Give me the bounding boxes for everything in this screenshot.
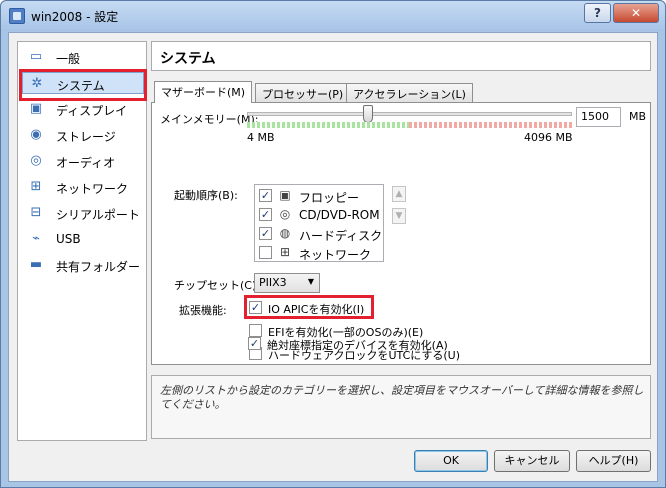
boot-item-label: フロッピー — [299, 191, 360, 205]
close-button[interactable]: ✕ — [613, 3, 659, 23]
sidebar-item-usb[interactable]: ⌁ USB — [22, 228, 144, 250]
memory-min-label: 4 MB — [247, 131, 275, 144]
title-bar[interactable]: win2008 - 設定 ? ✕ — [1, 1, 665, 31]
cancel-button[interactable]: キャンセル — [494, 450, 570, 472]
system-icon: ✲ — [31, 76, 43, 91]
general-icon: ▭ — [29, 49, 43, 64]
absolute-pointing-label: 絶対座標指定のデバイスを有効化(A) — [267, 339, 448, 352]
list-item[interactable]: ⊞ ネットワーク — [259, 243, 383, 262]
sidebar-item-audio[interactable]: ◎ オーディオ — [22, 150, 144, 172]
settings-window: win2008 - 設定 ? ✕ ▭ 一般 ✲ システム ▣ ディスプレイ ◉ … — [0, 0, 666, 488]
absolute-pointing-checkbox[interactable]: ✓ — [248, 337, 261, 350]
help-button[interactable]: ヘルプ(H) — [576, 450, 651, 472]
sidebar-item-label: ディスプレイ — [56, 104, 128, 118]
chipset-select[interactable]: PIIX3 ▼ — [254, 273, 320, 293]
chipset-value: PIIX3 — [259, 276, 287, 289]
boot-network-checkbox[interactable] — [259, 246, 272, 259]
sidebar-item-shared-folder[interactable]: ▬ 共有フォルダー — [22, 254, 144, 276]
serial-port-icon: ⊟ — [30, 205, 42, 220]
boot-order-label: 起動順序(B): — [174, 189, 238, 202]
hard-disk-icon: ◍ — [279, 226, 291, 240]
chipset-label: チップセット(C): — [174, 279, 260, 292]
motherboard-tab-page: メインメモリー(M): 4 MB 4096 MB 1500 MB 起動順序(B)… — [151, 102, 651, 365]
sidebar-item-label: ストレージ — [56, 130, 116, 144]
storage-icon: ◉ — [30, 127, 42, 142]
memory-unsafe-range — [409, 122, 572, 128]
usb-icon: ⌁ — [32, 231, 40, 246]
description-text: 左側のリストから設定のカテゴリーを選択し、設定項目をマウスオーバーして詳細な情報… — [160, 384, 644, 411]
sidebar-item-label: システム — [57, 79, 105, 93]
ok-button[interactable]: OK — [414, 450, 488, 472]
boot-move-down-button[interactable]: ▼ — [392, 208, 406, 224]
list-item[interactable]: ✓ ◍ ハードディスク — [259, 224, 383, 243]
boot-floppy-checkbox[interactable]: ✓ — [259, 189, 272, 202]
sidebar-item-general[interactable]: ▭ 一般 — [22, 46, 144, 68]
memory-safe-range — [247, 122, 409, 128]
io-apic-label: IO APICを有効化(I) — [268, 303, 365, 316]
tab-motherboard[interactable]: マザーボード(M) — [154, 81, 253, 103]
floppy-icon: ▣ — [279, 188, 291, 202]
memory-max-label: 4096 MB — [524, 131, 573, 144]
memory-slider[interactable] — [247, 112, 572, 116]
sidebar-item-label: ネットワーク — [56, 182, 129, 196]
page-title-box: システム — [151, 41, 651, 71]
sidebar-item-label: 一般 — [56, 52, 81, 66]
shared-folder-icon: ▬ — [29, 257, 43, 272]
list-item[interactable]: ✓ ▣ フロッピー — [259, 186, 383, 205]
sidebar-item-label: USB — [56, 232, 81, 246]
memory-slider-handle[interactable] — [363, 105, 373, 123]
sidebar-item-label: オーディオ — [56, 156, 116, 170]
boot-cd-checkbox[interactable]: ✓ — [259, 208, 272, 221]
audio-icon: ◎ — [30, 153, 42, 168]
boot-item-label: ネットワーク — [299, 248, 372, 262]
boot-move-up-button[interactable]: ▲ — [392, 186, 406, 202]
list-item[interactable]: ✓ ◎ CD/DVD-ROM — [259, 205, 383, 224]
memory-size-input[interactable]: 1500 — [576, 107, 621, 127]
sidebar-item-label: 共有フォルダー — [56, 260, 141, 274]
network-icon: ⊞ — [279, 245, 291, 259]
virtualbox-icon — [9, 8, 25, 24]
memory-unit: MB — [629, 110, 647, 123]
boot-item-label: ハードディスク — [299, 229, 383, 243]
sidebar-item-system[interactable]: ✲ システム — [22, 72, 144, 94]
sidebar-item-serial-port[interactable]: ⊟ シリアルポート — [22, 202, 144, 224]
display-icon: ▣ — [29, 101, 43, 116]
boot-order-list[interactable]: ✓ ▣ フロッピー ✓ ◎ CD/DVD-ROM ✓ ◍ ハードディスク ⊞ ネ… — [254, 184, 384, 262]
description-box: 左側のリストから設定のカテゴリーを選択し、設定項目をマウスオーバーして詳細な情報… — [151, 375, 651, 439]
tab-processor[interactable]: プロセッサー(P) — [255, 83, 351, 102]
boot-item-label: CD/DVD-ROM — [299, 208, 380, 222]
dialog-body: ▭ 一般 ✲ システム ▣ ディスプレイ ◉ ストレージ ◎ オーディオ ⊞ ネ… — [8, 32, 658, 482]
settings-category-list[interactable]: ▭ 一般 ✲ システム ▣ ディスプレイ ◉ ストレージ ◎ オーディオ ⊞ ネ… — [17, 41, 147, 441]
cd-icon: ◎ — [279, 207, 291, 221]
tab-acceleration[interactable]: アクセラレーション(L) — [346, 83, 473, 102]
chevron-down-icon: ▼ — [307, 277, 314, 286]
boot-hard-disk-checkbox[interactable]: ✓ — [259, 227, 272, 240]
sidebar-item-display[interactable]: ▣ ディスプレイ — [22, 98, 144, 120]
sidebar-item-network[interactable]: ⊞ ネットワーク — [22, 176, 144, 198]
memory-label: メインメモリー(M): — [160, 113, 259, 126]
extended-features-label: 拡張機能: — [179, 304, 227, 317]
window-title: win2008 - 設定 — [31, 10, 119, 24]
sidebar-item-label: シリアルポート — [56, 208, 140, 222]
sidebar-item-storage[interactable]: ◉ ストレージ — [22, 124, 144, 146]
efi-checkbox[interactable] — [249, 324, 262, 337]
title-help-button[interactable]: ? — [584, 3, 611, 23]
page-title: システム — [160, 51, 216, 67]
io-apic-checkbox[interactable]: ✓ — [249, 301, 262, 314]
network-icon: ⊞ — [30, 179, 42, 194]
